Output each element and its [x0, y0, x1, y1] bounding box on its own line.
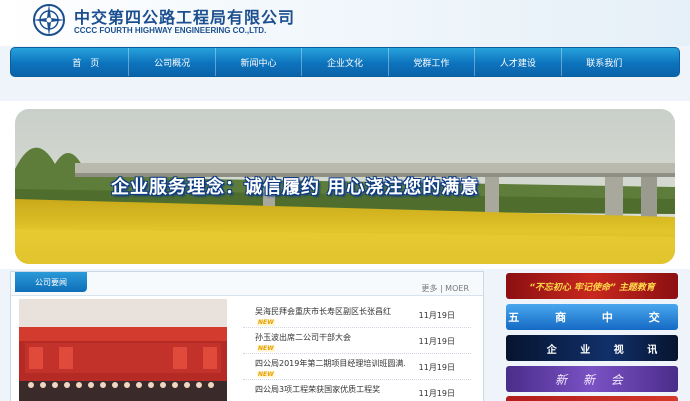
news-row[interactable]: 吴海民拜会重庆市长寿区副区长张昌红 NEW 11月19日: [243, 302, 471, 328]
sidebar-banner-corporate-video[interactable]: 企 业 视 讯: [506, 335, 678, 361]
cccc-logo-icon[interactable]: [32, 3, 66, 37]
sidebar-banner-theme-education[interactable]: “不忘初心 牢记使命” 主题教育: [506, 273, 678, 299]
more-link[interactable]: 更多 | MOER: [421, 283, 469, 294]
banner-section: 企业服务理念：诚信履约 用心浇注您的满意: [0, 101, 690, 269]
nav-item-home[interactable]: 首 页: [43, 48, 130, 76]
new-badge: NEW: [257, 371, 275, 378]
company-name-en: CCCC FOURTH HIGHWAY ENGINEERING CO.,LTD.: [74, 26, 267, 35]
news-title[interactable]: 吴海民拜会重庆市长寿区副区长张昌红: [255, 306, 405, 317]
sidebar-banner-label: 五 商 中 交: [508, 311, 676, 324]
news-date: 11月19日: [418, 337, 455, 346]
nav-item-corporate-culture[interactable]: 企业文化: [302, 48, 389, 76]
tab-company-news[interactable]: 公司要闻: [15, 272, 87, 292]
sidebar-banner-label: 新 新 会: [555, 372, 629, 387]
news-date: 11月19日: [418, 363, 455, 372]
news-title[interactable]: 四公局2019年第二期项目经理培训班圆满...: [255, 358, 405, 369]
site-header: 中交第四公路工程局有限公司 CCCC FOURTH HIGHWAY ENGINE…: [0, 0, 690, 46]
sidebar-banner-five-business[interactable]: 五 商 中 交: [506, 304, 678, 330]
sidebar-banner-partial[interactable]: [506, 396, 678, 401]
new-badge: NEW: [257, 319, 275, 326]
news-date: 11月19日: [418, 389, 455, 398]
nav-item-news-center[interactable]: 新闻中心: [216, 48, 303, 76]
news-title[interactable]: 孙玉波出席二公司干部大会: [255, 332, 405, 343]
sidebar-banner-label: “不忘初心 牢记使命” 主题教育: [529, 282, 655, 293]
news-row[interactable]: 四公局2019年第二期项目经理培训班圆满... NEW 11月19日: [243, 354, 471, 380]
nav-item-party-work[interactable]: 党群工作: [389, 48, 476, 76]
news-date: 11月19日: [418, 311, 455, 320]
banner-slogan: 企业服务理念：诚信履约 用心浇注您的满意: [111, 177, 480, 198]
company-news-panel: 公司要闻 更多 | MOER 吴海民拜会重庆市长寿区副区长张昌红 NEW 11月…: [10, 271, 484, 401]
main-nav: 首 页 公司概况 新闻中心 企业文化 党群工作 人才建设 联系我们: [10, 47, 680, 77]
nav-item-contact[interactable]: 联系我们: [562, 48, 647, 76]
sidebar-banner-label: 企 业 视 讯: [546, 344, 668, 356]
news-title[interactable]: 四公局3项工程荣获国家优质工程奖: [255, 384, 405, 395]
news-row[interactable]: 孙玉波出席二公司干部大会 NEW 11月19日: [243, 328, 471, 354]
news-list: 吴海民拜会重庆市长寿区副区长张昌红 NEW 11月19日 孙玉波出席二公司干部大…: [243, 302, 471, 401]
new-badge: NEW: [257, 345, 275, 352]
news-photo[interactable]: [19, 299, 227, 401]
nav-item-talent[interactable]: 人才建设: [475, 48, 562, 76]
nav-item-company-overview[interactable]: 公司概况: [129, 48, 216, 76]
meeting-photo-image: [19, 299, 227, 401]
hero-banner[interactable]: 企业服务理念：诚信履约 用心浇注您的满意: [15, 109, 675, 264]
company-name-cn: 中交第四公路工程局有限公司: [74, 8, 296, 27]
news-row[interactable]: 四公局3项工程荣获国家优质工程奖 11月19日: [243, 380, 471, 401]
sidebar-banner-new[interactable]: 新 新 会: [506, 366, 678, 392]
